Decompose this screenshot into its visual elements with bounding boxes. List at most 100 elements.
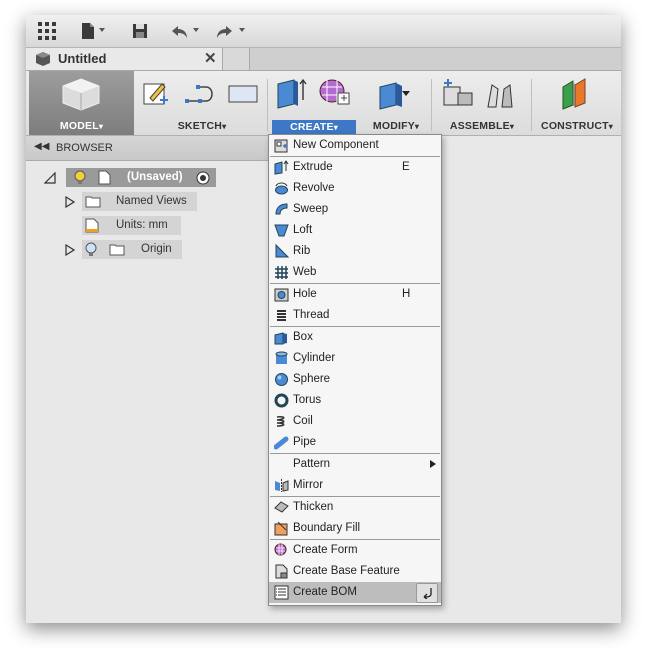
- sketch-label: SKETCH▾: [177, 120, 227, 132]
- web-icon: [275, 266, 288, 279]
- workspace-model-button[interactable]: MODEL▾: [29, 71, 134, 135]
- file-icon[interactable]: [81, 22, 95, 40]
- assemble-icon: [443, 79, 473, 106]
- menu-item-label: Cylinder: [293, 352, 336, 364]
- pin-arrow-icon: [423, 588, 432, 599]
- menu-item-torus[interactable]: Torus: [269, 390, 441, 411]
- submenu-arrow-icon: [430, 460, 436, 468]
- hole-icon: [274, 288, 289, 302]
- undo-icon[interactable]: [171, 25, 189, 39]
- document-tab[interactable]: Untitled ✕: [26, 48, 223, 70]
- menu-item-label: Create BOM: [293, 586, 357, 598]
- create-form-icon: [274, 543, 287, 556]
- menu-item-loft[interactable]: Loft: [269, 220, 441, 241]
- menu-item-cylinder[interactable]: Cylinder: [269, 348, 441, 369]
- boundary-fill-icon: [274, 521, 288, 536]
- close-tab-icon[interactable]: ✕: [204, 49, 217, 67]
- document-icon: [98, 170, 111, 185]
- menu-item-new-component[interactable]: New Component: [269, 135, 441, 156]
- menu-item-thread[interactable]: Thread: [269, 305, 441, 326]
- menu-item-hole[interactable]: Hole H: [269, 284, 441, 305]
- coil-icon: [276, 416, 285, 427]
- menu-item-create-bom[interactable]: Create BOM: [269, 582, 441, 603]
- modify-icon: [379, 82, 410, 110]
- toolbar-separator: [531, 79, 532, 131]
- expand-triangle-icon[interactable]: [44, 172, 56, 184]
- menu-item-label: Revolve: [293, 182, 335, 194]
- collapsed-triangle-icon[interactable]: [65, 244, 75, 256]
- application-bar: [26, 15, 621, 48]
- joint-icon: [487, 84, 513, 108]
- menu-item-create-base-feature[interactable]: Create Base Feature: [269, 561, 441, 582]
- save-icon[interactable]: [132, 23, 148, 39]
- extrude-icon: [274, 160, 289, 175]
- assemble-label: ASSEMBLE▾: [449, 120, 515, 132]
- browser-item-origin[interactable]: Origin: [82, 240, 182, 259]
- construct-plane-icon: [562, 78, 586, 110]
- collapsed-triangle-icon[interactable]: [65, 196, 75, 208]
- menu-item-mirror[interactable]: Mirror: [269, 475, 441, 496]
- pin-to-toolbar-icon[interactable]: [416, 583, 438, 603]
- lightbulb-off-icon[interactable]: [85, 242, 97, 257]
- mirror-icon: [275, 479, 289, 492]
- activate-radio-icon[interactable]: [196, 171, 210, 185]
- redo-dropdown-caret-icon[interactable]: [239, 28, 245, 32]
- undo-dropdown-caret-icon[interactable]: [193, 28, 199, 32]
- menu-item-pattern[interactable]: Pattern: [269, 454, 441, 475]
- browser-item-named-views[interactable]: Named Views: [82, 192, 197, 211]
- menu-item-revolve[interactable]: Revolve: [269, 178, 441, 199]
- menu-item-sweep[interactable]: Sweep: [269, 199, 441, 220]
- menu-item-label: Boundary Fill: [293, 522, 361, 534]
- menu-item-box[interactable]: Box: [269, 327, 441, 348]
- browser-item-units[interactable]: Units: mm: [82, 216, 181, 235]
- menu-item-create-form[interactable]: Create Form: [269, 540, 441, 561]
- thicken-icon: [274, 501, 289, 513]
- menu-item-web[interactable]: Web: [269, 262, 441, 283]
- browser-root-label: (Unsaved): [127, 171, 183, 183]
- create-group[interactable]: CREATE▾: [268, 71, 360, 135]
- modify-group[interactable]: MODIFY▾: [362, 71, 430, 135]
- file-dropdown-caret-icon[interactable]: [99, 28, 105, 32]
- new-tab-button[interactable]: [223, 48, 250, 70]
- menu-item-thicken[interactable]: Thicken: [269, 497, 441, 518]
- box-icon: [274, 332, 287, 345]
- sphere-icon: [275, 373, 288, 386]
- menu-item-coil[interactable]: Coil: [269, 411, 441, 432]
- menu-item-pipe[interactable]: Pipe: [269, 432, 441, 453]
- menu-item-rib[interactable]: Rib: [269, 241, 441, 262]
- create-sketch-icon: [143, 83, 168, 105]
- main-toolbar: MODEL▾ SKETCH▾ CREATE▾ MODIFY▾ ASSEMBLE▾…: [26, 71, 621, 136]
- sweep-icon: [275, 203, 288, 215]
- cylinder-icon: [275, 351, 288, 364]
- menu-item-label: Thicken: [293, 501, 334, 513]
- collapse-browser-icon[interactable]: ◀◀: [34, 141, 49, 152]
- assemble-group[interactable]: ASSEMBLE▾: [434, 71, 530, 135]
- revolve-icon: [275, 182, 288, 195]
- folder-icon: [109, 244, 125, 256]
- menu-item-label: Web: [293, 266, 317, 278]
- menu-item-label: Sweep: [293, 203, 329, 215]
- redo-icon[interactable]: [215, 25, 233, 39]
- menu-item-label: Loft: [293, 224, 313, 236]
- modify-label: MODIFY▾: [372, 120, 420, 132]
- menu-item-shortcut: H: [402, 288, 411, 300]
- menu-item-sphere[interactable]: Sphere: [269, 369, 441, 390]
- browser-header[interactable]: ◀◀ BROWSER: [26, 136, 268, 161]
- construct-group[interactable]: CONSTRUCT▾: [533, 71, 621, 135]
- menu-item-label: New Component: [293, 139, 379, 151]
- menu-item-label: Sphere: [293, 373, 331, 385]
- browser-root-row[interactable]: (Unsaved): [66, 168, 216, 187]
- sketch-group[interactable]: SKETCH▾: [138, 71, 266, 135]
- menu-item-boundary-fill[interactable]: Boundary Fill: [269, 518, 441, 539]
- data-panel-grid-icon[interactable]: [38, 22, 56, 40]
- menu-item-label: Pipe: [293, 436, 317, 448]
- folder-icon: [85, 196, 101, 208]
- menu-item-label: Create Base Feature: [293, 565, 400, 577]
- menu-item-extrude[interactable]: Extrude E: [269, 157, 441, 178]
- menu-item-label: Hole: [293, 288, 317, 300]
- loft-icon: [274, 224, 289, 237]
- lightbulb-icon[interactable]: [74, 170, 86, 185]
- construct-label: CONSTRUCT▾: [541, 120, 613, 132]
- named-views-label: Named Views: [116, 195, 187, 207]
- document-cube-icon: [36, 52, 50, 66]
